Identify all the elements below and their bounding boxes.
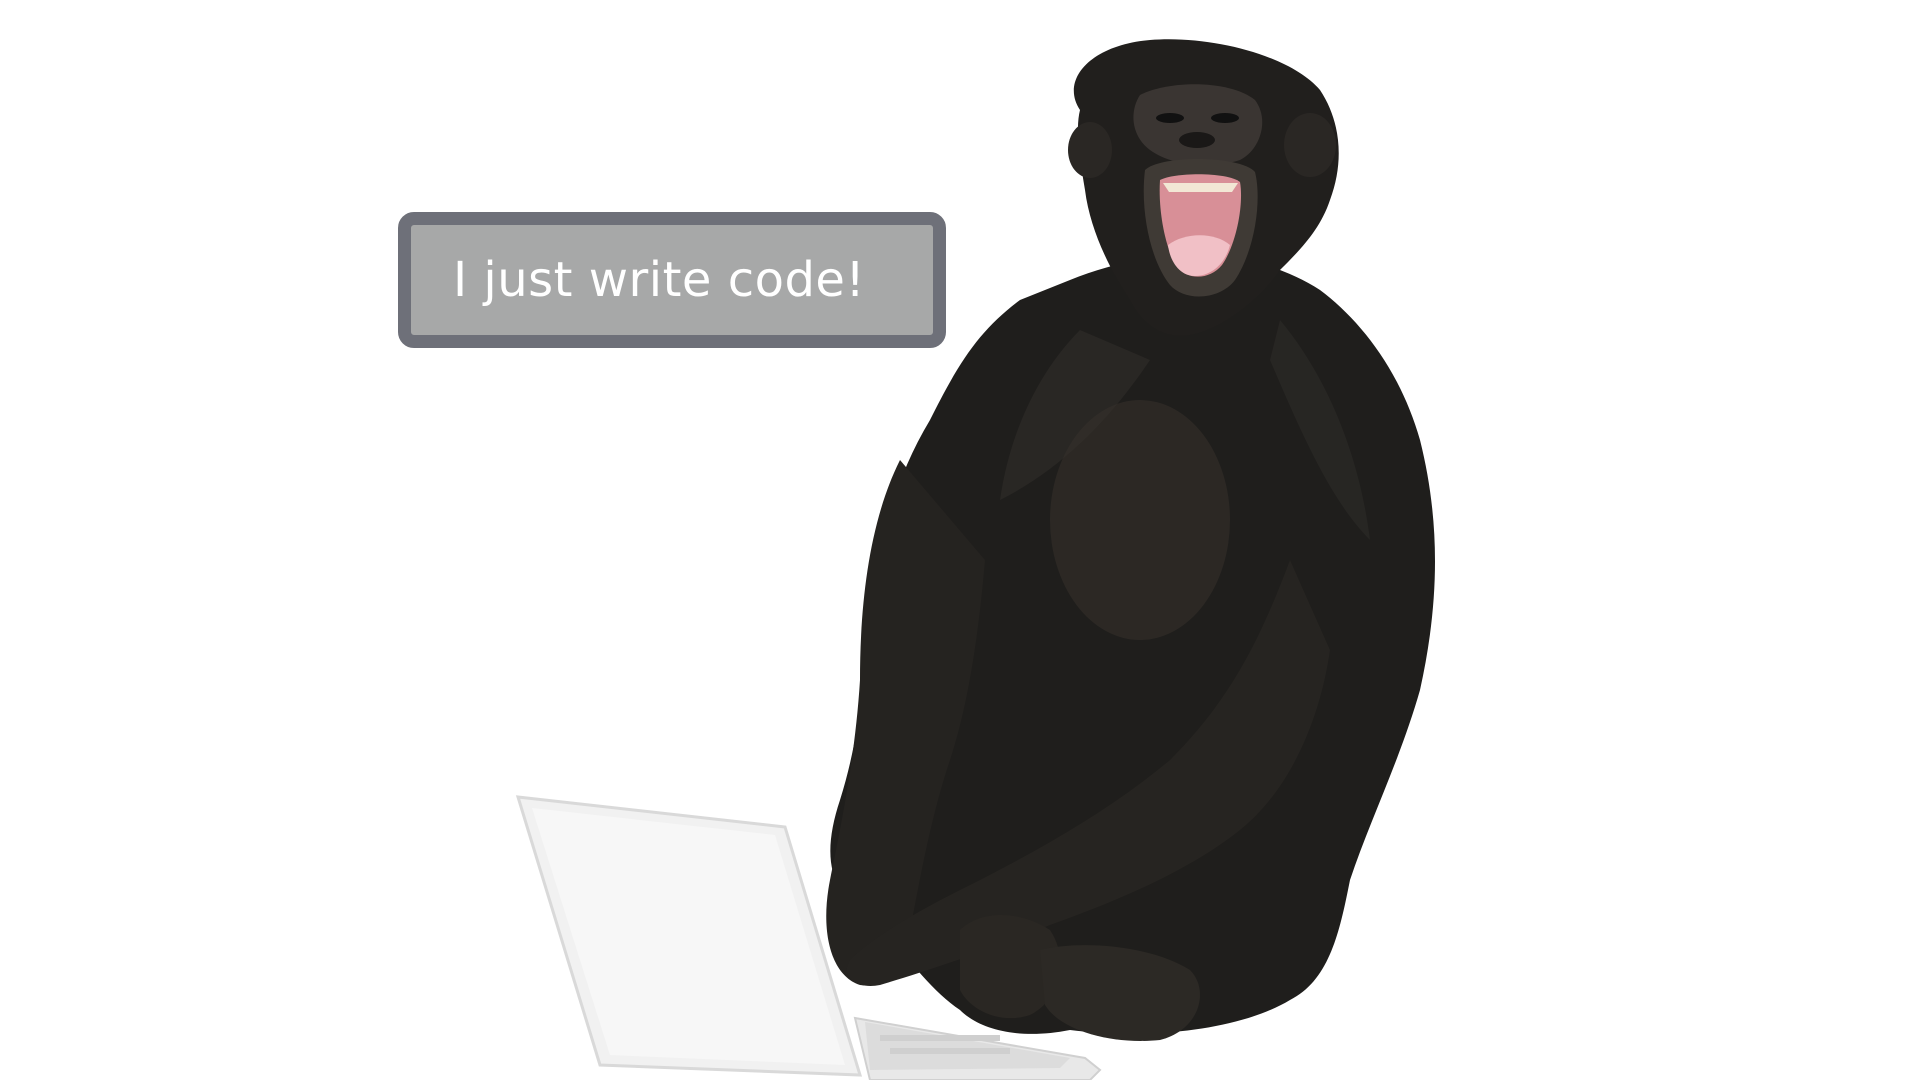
bonobo-laptop-illustration [515,39,1435,1080]
scene: I just write code! [0,0,1920,1080]
